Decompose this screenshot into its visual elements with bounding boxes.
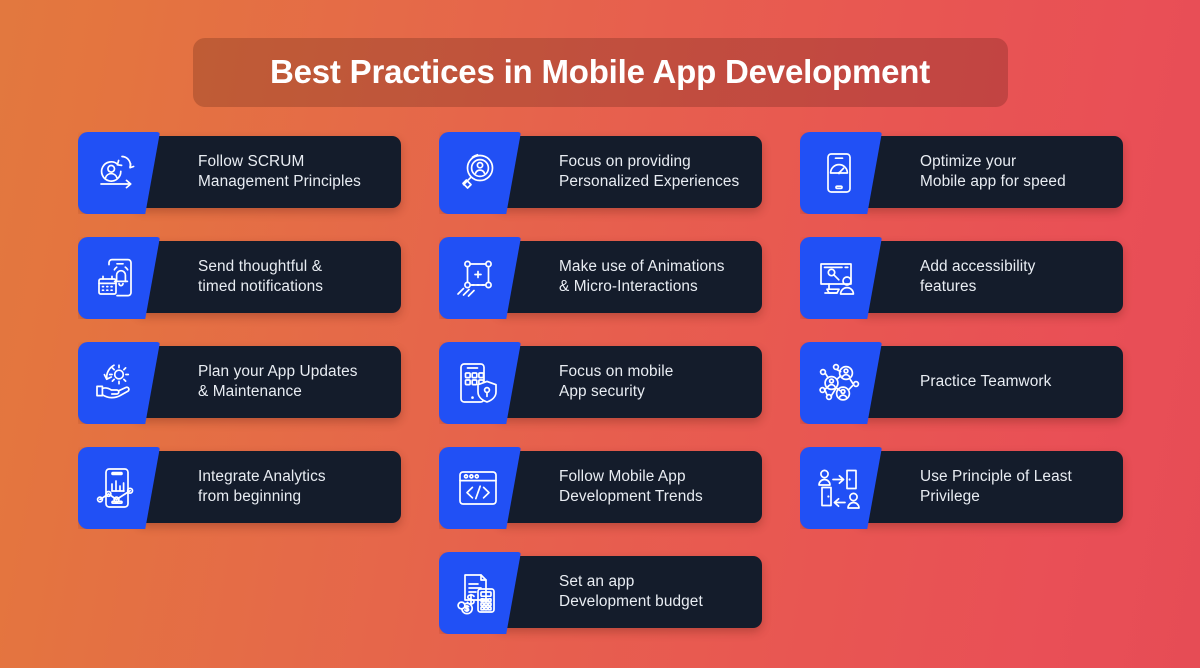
card-body: Follow Mobile App Development Trends bbox=[496, 451, 762, 523]
practice-card-teamwork[interactable]: Practice Teamwork bbox=[800, 342, 1123, 424]
practice-row: Follow SCRUM Management Principles Focus… bbox=[78, 132, 1123, 214]
hand-gear-refresh-icon bbox=[96, 364, 130, 399]
practice-card-analytics[interactable]: Integrate Analytics from beginning bbox=[78, 447, 401, 529]
practice-card-budget[interactable]: Set an app Development budget bbox=[439, 552, 762, 634]
card-label: Follow SCRUM Management Principles bbox=[198, 152, 361, 190]
invoice-calculator-coins-icon bbox=[457, 574, 495, 615]
monitor-accessibility-icon bbox=[820, 263, 855, 295]
practice-card-speed[interactable]: Optimize your Mobile app for speed bbox=[800, 132, 1123, 214]
best-practices-grid: Follow SCRUM Management Principles Focus… bbox=[78, 132, 1123, 661]
practice-card-animations[interactable]: Make use of Animations & Micro-Interacti… bbox=[439, 237, 762, 319]
animation-nodes-icon bbox=[457, 260, 492, 297]
page-title: Best Practices in Mobile App Development bbox=[269, 53, 931, 90]
card-body: Send thoughtful & timed notifications bbox=[135, 241, 401, 313]
header: Best Practices in Mobile App Development bbox=[0, 38, 1200, 107]
card-label: Add accessibility features bbox=[920, 257, 1036, 295]
phone-shield-lock-icon bbox=[460, 363, 497, 403]
card-label: Make use of Animations & Micro-Interacti… bbox=[559, 257, 725, 295]
card-body: Follow SCRUM Management Principles bbox=[135, 136, 401, 208]
practice-row: Set an app Development budget bbox=[78, 552, 1123, 634]
card-body: Practice Teamwork bbox=[857, 346, 1123, 418]
card-body: Set an app Development budget bbox=[496, 556, 762, 628]
card-label: Practice Teamwork bbox=[920, 372, 1052, 390]
practice-card-scrum[interactable]: Follow SCRUM Management Principles bbox=[78, 132, 401, 214]
practice-card-updates[interactable]: Plan your App Updates & Maintenance bbox=[78, 342, 401, 424]
practice-card-trends[interactable]: Follow Mobile App Development Trends bbox=[439, 447, 762, 529]
practice-row: Integrate Analytics from beginning Follo… bbox=[78, 447, 1123, 529]
magnifier-person-icon bbox=[462, 153, 494, 189]
practice-card-personalized[interactable]: Focus on providing Personalized Experien… bbox=[439, 132, 762, 214]
practice-card-notifications[interactable]: Send thoughtful & timed notifications bbox=[78, 237, 401, 319]
card-label: Focus on mobile App security bbox=[559, 362, 674, 400]
card-body: Use Principle of Least Privilege bbox=[857, 451, 1123, 523]
phone-speedometer-icon bbox=[827, 153, 851, 193]
title-bar: Best Practices in Mobile App Development bbox=[192, 38, 1008, 107]
phone-analytics-icon bbox=[96, 468, 134, 508]
browser-code-icon bbox=[459, 471, 497, 505]
card-label: Use Principle of Least Privilege bbox=[920, 467, 1072, 505]
practice-card-least-privilege[interactable]: Use Principle of Least Privilege bbox=[800, 447, 1123, 529]
card-label: Send thoughtful & timed notifications bbox=[198, 257, 324, 295]
card-body: Focus on providing Personalized Experien… bbox=[496, 136, 762, 208]
card-body: Focus on mobile App security bbox=[496, 346, 762, 418]
card-body: Make use of Animations & Micro-Interacti… bbox=[496, 241, 762, 313]
card-label: Plan your App Updates & Maintenance bbox=[198, 362, 358, 400]
people-network-icon bbox=[819, 363, 860, 401]
practice-card-accessibility[interactable]: Add accessibility features bbox=[800, 237, 1123, 319]
card-label: Set an app Development budget bbox=[559, 572, 703, 610]
card-body: Integrate Analytics from beginning bbox=[135, 451, 401, 523]
scrum-cycle-icon bbox=[100, 155, 135, 189]
card-label: Follow Mobile App Development Trends bbox=[559, 467, 703, 505]
card-body: Plan your App Updates & Maintenance bbox=[135, 346, 401, 418]
card-label: Integrate Analytics from beginning bbox=[198, 467, 326, 505]
card-body: Optimize your Mobile app for speed bbox=[857, 136, 1123, 208]
user-access-door-icon bbox=[818, 469, 860, 509]
card-label: Focus on providing Personalized Experien… bbox=[559, 152, 740, 190]
phone-bell-calendar-icon bbox=[98, 258, 132, 297]
practice-row: Send thoughtful & timed notifications Ma… bbox=[78, 237, 1123, 319]
practice-card-security[interactable]: Focus on mobile App security bbox=[439, 342, 762, 424]
card-label: Optimize your Mobile app for speed bbox=[920, 152, 1066, 190]
card-body: Add accessibility features bbox=[857, 241, 1123, 313]
practice-row: Plan your App Updates & Maintenance Focu… bbox=[78, 342, 1123, 424]
